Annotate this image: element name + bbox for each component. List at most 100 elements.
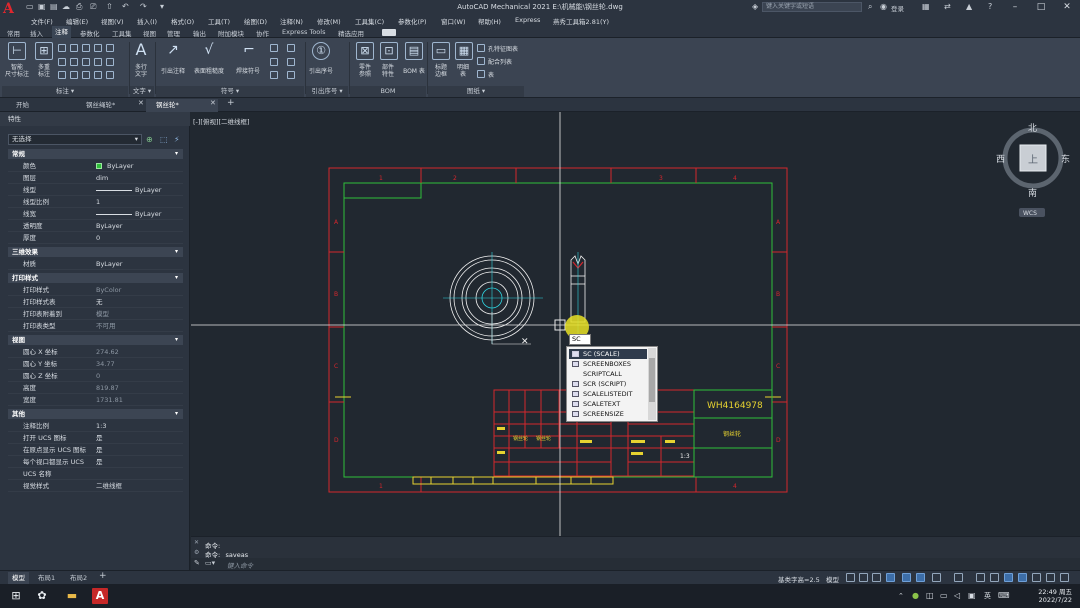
gear-icon[interactable] [954, 573, 963, 582]
ime-indicator[interactable]: 英 [984, 591, 991, 601]
group-dimension[interactable]: 标注 ▾ [2, 86, 128, 97]
redo-icon[interactable]: ↷ [140, 2, 147, 11]
tray-app-icon[interactable]: ● [912, 591, 919, 600]
weld-label[interactable]: 焊接符号 [230, 66, 266, 75]
property-row[interactable]: 线型比例 1 [8, 196, 183, 208]
title-border-icon[interactable]: ▭ [432, 42, 450, 60]
property-row[interactable]: 线型 ByLayer [8, 184, 183, 196]
property-row[interactable]: 高度 819.87 [8, 382, 183, 394]
aligned-dim-icon[interactable] [70, 44, 78, 52]
snap-icon[interactable] [859, 573, 868, 582]
jog-dim-icon[interactable] [106, 58, 114, 66]
ac-item-scriptcall[interactable]: SCRIPTCALL [569, 369, 647, 379]
ac-item-script[interactable]: SCR (SCRIPT) [569, 379, 647, 389]
tray-power-icon[interactable]: ▭ [940, 591, 948, 600]
radius-dim-icon[interactable] [58, 58, 66, 66]
settings-icon[interactable]: ⚙ [194, 549, 199, 556]
wrench-icon[interactable]: ✎ [194, 559, 200, 567]
property-row[interactable]: 打印表类型 不可用 [8, 320, 183, 332]
tab-collaborate[interactable]: 协作 [256, 28, 269, 38]
otrack-icon[interactable] [916, 573, 925, 582]
property-row[interactable]: 在原点显示 UCS 图标 是 [8, 444, 183, 456]
surface-label[interactable]: 表面粗糙度 [190, 66, 228, 75]
layout-tab-1[interactable]: 布局1 [34, 572, 59, 584]
dynamic-input[interactable]: SC [569, 334, 591, 345]
doc-tab-wire-rope-wheel[interactable]: 钢丝绳轮* [76, 99, 146, 112]
menu-tools[interactable]: 工具(T) [208, 16, 230, 26]
ortho-icon[interactable] [872, 573, 881, 582]
isolate-icon[interactable] [990, 573, 999, 582]
fit-list-icon[interactable] [477, 57, 485, 65]
property-row[interactable]: 圆心 Z 坐标 0 [8, 370, 183, 382]
autocomplete-list[interactable]: SC (SCALE) SCREENBOXES SCRIPTCALL SCR (S… [566, 346, 658, 422]
dim-smart-label[interactable]: 智能 尺寸标注 [2, 64, 32, 78]
viewcube-east[interactable]: 东 [1061, 153, 1070, 165]
property-row[interactable]: UCS 名称 [8, 468, 183, 480]
ac-item-scale[interactable]: SC (SCALE) [569, 349, 647, 359]
mtext-label[interactable]: 多行 文字 [128, 64, 154, 78]
file-explorer-icon[interactable]: ▬ [64, 588, 80, 604]
detail-table-icon[interactable]: ▦ [455, 42, 473, 60]
section-plot[interactable]: 打印样式 ▾ [8, 273, 183, 283]
property-row[interactable]: 注释比例 1:3 [8, 420, 183, 432]
dimension-icon[interactable]: ⊢ [8, 42, 26, 60]
tab-parametric[interactable]: 参数化 [80, 28, 100, 38]
close-button[interactable]: ✕ [1054, 0, 1080, 14]
linear-dim-icon[interactable] [58, 44, 66, 52]
viewcube-west[interactable]: 西 [996, 154, 1005, 165]
property-row[interactable]: 厚度 0 [8, 232, 183, 244]
lock-icon[interactable] [1046, 573, 1055, 582]
tolerance-icon[interactable] [58, 71, 66, 79]
task-view-icon[interactable]: ✿ [34, 588, 50, 604]
command-line[interactable]: ✎ ▭▾ 键入命令 [191, 558, 1080, 570]
ac-scroll-thumb[interactable] [649, 358, 655, 402]
menu-draw[interactable]: 绘图(D) [244, 16, 267, 26]
mtext-icon[interactable]: A [132, 42, 150, 60]
ac-scrollbar[interactable] [648, 348, 656, 420]
workspace-icon[interactable]: ▾ [160, 2, 164, 11]
recent-commands-icon[interactable]: ▭▾ [205, 559, 215, 567]
group-text[interactable]: 文字 ▾ [130, 86, 154, 97]
section-view[interactable]: 视图 ▾ [8, 335, 183, 345]
viewcube-north[interactable]: 北 [1028, 123, 1037, 134]
part-ref-icon[interactable]: ⊠ [356, 42, 374, 60]
polar-icon[interactable] [886, 573, 895, 582]
symbol-target-icon[interactable] [287, 44, 295, 52]
menu-file[interactable]: 文件(F) [31, 16, 53, 26]
property-row[interactable]: 图层 dim [8, 172, 183, 184]
share-icon[interactable]: ⇧ [106, 2, 113, 11]
tray-network-icon[interactable]: ◫ [926, 591, 934, 600]
property-row[interactable]: 打印样式表 无 [8, 296, 183, 308]
surface-icon[interactable]: √ [200, 42, 218, 60]
menu-annotate[interactable]: 注释(N) [280, 16, 303, 26]
new-tab-icon[interactable]: + [227, 98, 235, 108]
menu-modify[interactable]: 修改(M) [317, 16, 341, 26]
symbol-taper-icon[interactable] [287, 58, 295, 66]
command-input[interactable]: 键入命令 [227, 560, 253, 570]
property-row[interactable]: 打印表附着到 模型 [8, 308, 183, 320]
detail-label[interactable]: 明细 表 [450, 64, 476, 78]
center-mark-icon[interactable] [70, 71, 78, 79]
grid-icon[interactable] [846, 573, 855, 582]
annotation-icon[interactable] [932, 573, 941, 582]
weld-icon[interactable]: ⌐ [240, 42, 258, 60]
diameter-dim-icon[interactable] [70, 58, 78, 66]
bom-table-label[interactable]: BOM 表 [398, 66, 430, 75]
layout-tab-2[interactable]: 布局2 [66, 572, 91, 584]
symbol-datum-icon[interactable] [270, 44, 278, 52]
viewcube-south[interactable]: 南 [1028, 187, 1037, 199]
tab-express-tools[interactable]: Express Tools [282, 28, 325, 36]
clean-screen-icon[interactable] [1018, 573, 1027, 582]
group-bom[interactable]: BOM [350, 86, 426, 97]
select-objects-icon[interactable]: ⬚ [160, 135, 168, 144]
tray-chevron-icon[interactable]: ⌃ [898, 592, 904, 600]
save-icon[interactable]: ▣ [38, 2, 46, 11]
property-row[interactable]: 视觉样式 二维线框 [8, 480, 183, 492]
arc-dim-icon[interactable] [94, 58, 102, 66]
ac-item-screenboxes[interactable]: SCREENBOXES [569, 359, 647, 369]
autocad-taskbar-icon[interactable]: A [92, 588, 108, 604]
user-icon[interactable]: ◉ [880, 2, 887, 11]
menu-edit[interactable]: 编辑(E) [66, 16, 88, 26]
print-icon[interactable]: ⎙ [76, 2, 82, 12]
property-row[interactable]: 颜色 ByLayer [8, 160, 183, 172]
